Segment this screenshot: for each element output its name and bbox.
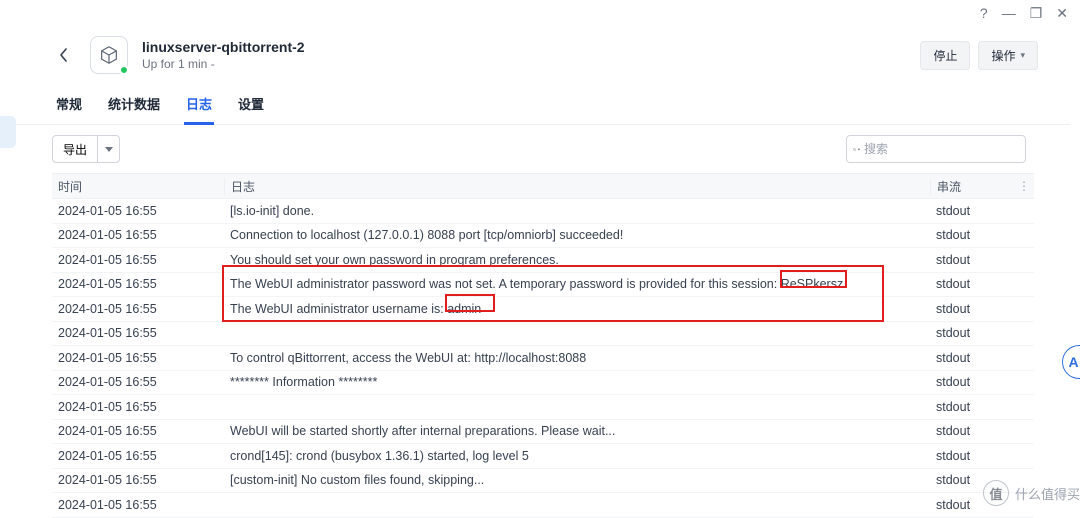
cell-time: 2024-01-05 16:55	[52, 302, 224, 316]
container-uptime: Up for 1 min -	[142, 57, 920, 71]
tab-stats[interactable]: 统计数据	[106, 94, 162, 124]
table-body: 2024-01-05 16:55[ls.io-init] done.stdout…	[52, 199, 1034, 518]
cell-stream: stdout	[930, 449, 1014, 463]
stop-button[interactable]: 停止	[920, 41, 970, 70]
maximize-icon[interactable]: ❐	[1030, 6, 1043, 20]
col-header-log[interactable]: 日志	[224, 178, 930, 195]
tab-logs[interactable]: 日志	[184, 94, 214, 125]
table-row[interactable]: 2024-01-05 16:55The WebUI administrator …	[52, 273, 1034, 298]
container-icon	[90, 36, 128, 74]
cell-stream: stdout	[930, 204, 1014, 218]
cell-time: 2024-01-05 16:55	[52, 375, 224, 389]
cell-time: 2024-01-05 16:55	[52, 228, 224, 242]
cell-time: 2024-01-05 16:55	[52, 449, 224, 463]
chevron-down-icon	[105, 147, 113, 152]
tabs: 常规 统计数据 日志 设置	[8, 94, 1070, 125]
cube-icon	[98, 44, 120, 66]
container-title: linuxserver-qbittorrent-2	[142, 39, 920, 55]
left-tab-sliver	[0, 116, 16, 148]
table-row[interactable]: 2024-01-05 16:55 stdout	[52, 395, 1034, 420]
cell-time: 2024-01-05 16:55	[52, 326, 224, 340]
chevron-left-icon	[59, 48, 69, 62]
table-row[interactable]: 2024-01-05 16:55WebUI will be started sh…	[52, 420, 1034, 445]
table-row[interactable]: 2024-01-05 16:55[ls.io-init] done.stdout	[52, 199, 1034, 224]
cell-stream: stdout	[930, 400, 1014, 414]
cell-log: crond[145]: crond (busybox 1.36.1) start…	[224, 449, 930, 463]
watermark: 值 什么值得买	[983, 480, 1080, 506]
tab-general[interactable]: 常规	[54, 94, 84, 124]
table-row[interactable]: 2024-01-05 16:55The WebUI administrator …	[52, 297, 1034, 322]
cell-stream: stdout	[930, 253, 1014, 267]
cell-stream: stdout	[930, 302, 1014, 316]
cell-time: 2024-01-05 16:55	[52, 424, 224, 438]
col-header-stream[interactable]: 串流	[930, 178, 1014, 195]
chevron-down-icon	[858, 143, 860, 156]
close-icon[interactable]: ✕	[1056, 6, 1068, 20]
cell-time: 2024-01-05 16:55	[52, 277, 224, 291]
table-row[interactable]: 2024-01-05 16:55To control qBittorrent, …	[52, 346, 1034, 371]
chevron-down-icon: ▾	[1020, 50, 1025, 61]
table-row[interactable]: 2024-01-05 16:55crond[145]: crond (busyb…	[52, 444, 1034, 469]
status-dot-running	[119, 65, 129, 75]
table-row[interactable]: 2024-01-05 16:55******** Information ***…	[52, 371, 1034, 396]
toolbar: 导出	[8, 125, 1070, 173]
cell-log: [custom-init] No custom files found, ski…	[224, 473, 930, 487]
search-icon	[853, 143, 856, 156]
cell-log: To control qBittorrent, access the WebUI…	[224, 351, 930, 365]
cell-log: You should set your own password in prog…	[224, 253, 930, 267]
cell-log: The WebUI administrator username is: adm…	[224, 302, 930, 316]
cell-time: 2024-01-05 16:55	[52, 400, 224, 414]
minimize-icon[interactable]: —	[1002, 6, 1016, 20]
cell-time: 2024-01-05 16:55	[52, 473, 224, 487]
col-header-more[interactable]: ⋮	[1014, 179, 1034, 193]
cell-stream: stdout	[930, 375, 1014, 389]
watermark-badge: 值	[983, 480, 1009, 506]
back-button[interactable]	[54, 45, 74, 65]
cell-log: The WebUI administrator password was not…	[224, 277, 930, 291]
cell-stream: stdout	[930, 228, 1014, 242]
col-header-time[interactable]: 时间	[52, 178, 224, 195]
cell-stream: stdout	[930, 424, 1014, 438]
page-header: linuxserver-qbittorrent-2 Up for 1 min -…	[8, 36, 1070, 74]
tab-settings[interactable]: 设置	[236, 94, 266, 124]
cell-log: [ls.io-init] done.	[224, 204, 930, 218]
cell-stream: stdout	[930, 351, 1014, 365]
cell-time: 2024-01-05 16:55	[52, 351, 224, 365]
actions-dropdown[interactable]: 操作 ▾	[978, 41, 1038, 70]
cell-time: 2024-01-05 16:55	[52, 253, 224, 267]
watermark-text: 什么值得买	[1015, 484, 1080, 503]
search-input[interactable]	[864, 142, 1019, 156]
export-dropdown[interactable]	[98, 135, 120, 163]
table-row[interactable]: 2024-01-05 16:55stdout	[52, 493, 1034, 518]
table-row[interactable]: 2024-01-05 16:55 stdout	[52, 322, 1034, 347]
search-box[interactable]	[846, 135, 1026, 163]
cell-stream: stdout	[930, 326, 1014, 340]
table-header: 时间 日志 串流 ⋮	[52, 173, 1034, 199]
cell-log: WebUI will be started shortly after inte…	[224, 424, 930, 438]
cell-log: ******** Information ********	[224, 375, 930, 389]
table-row[interactable]: 2024-01-05 16:55Connection to localhost …	[52, 224, 1034, 249]
help-icon[interactable]: ?	[980, 6, 988, 20]
cell-log: Connection to localhost (127.0.0.1) 8088…	[224, 228, 930, 242]
table-row[interactable]: 2024-01-05 16:55[custom-init] No custom …	[52, 469, 1034, 494]
cell-stream: stdout	[930, 277, 1014, 291]
cell-time: 2024-01-05 16:55	[52, 204, 224, 218]
table-row[interactable]: 2024-01-05 16:55You should set your own …	[52, 248, 1034, 273]
export-button[interactable]: 导出	[52, 135, 98, 163]
